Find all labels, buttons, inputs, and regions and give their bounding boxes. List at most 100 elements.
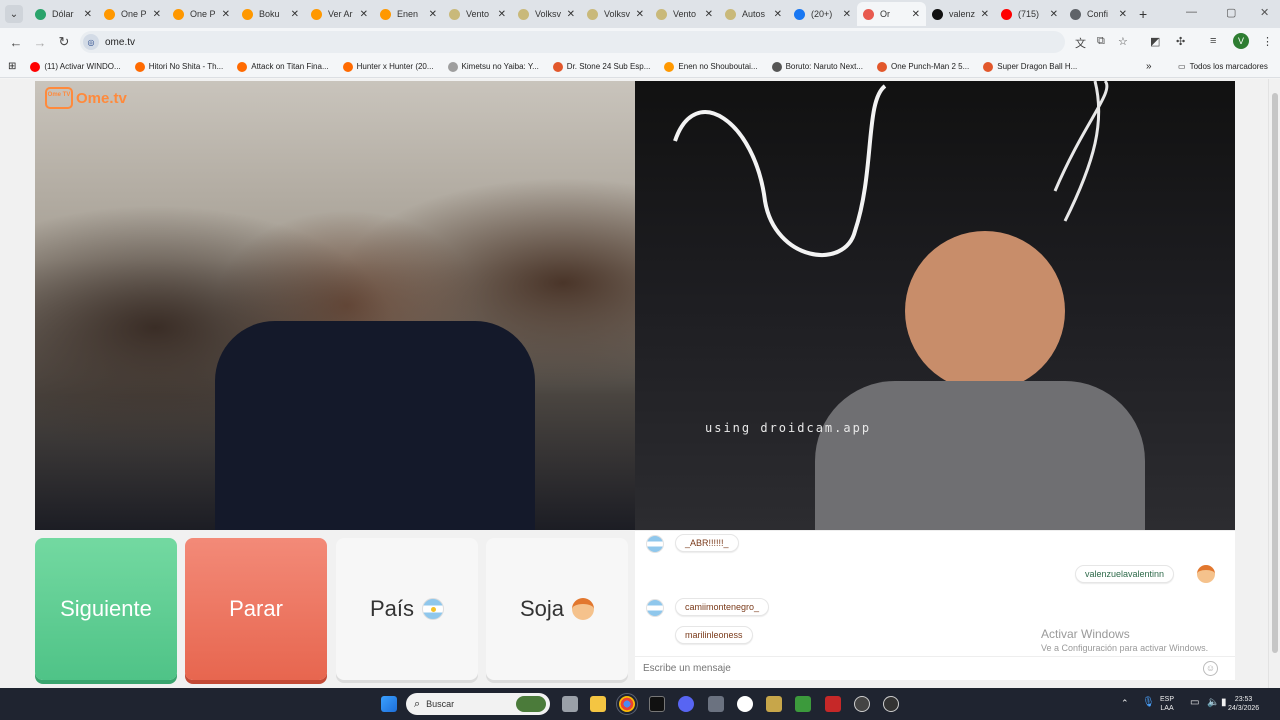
back-button[interactable]: ← (4, 35, 28, 50)
close-tab-icon[interactable]: ✕ (705, 9, 713, 20)
profile-avatar[interactable]: V (1233, 33, 1249, 49)
browser-tab[interactable]: valenz ✕ (926, 2, 995, 26)
app-icon[interactable] (708, 696, 724, 712)
close-tab-icon[interactable]: ✕ (360, 9, 368, 20)
chat-message-input[interactable] (643, 663, 1203, 674)
browser-tab[interactable]: One P ✕ (98, 2, 167, 26)
next-button[interactable]: Siguiente (35, 538, 177, 680)
browser-tab[interactable]: One P ✕ (167, 2, 236, 26)
extension-icon[interactable]: ◩ (1150, 35, 1160, 48)
all-bookmarks-folder[interactable]: ▭ Todos los marcadores (1178, 62, 1268, 71)
browser-tab[interactable]: Volksv ✕ (512, 2, 581, 26)
tab-search-menu-button[interactable]: ⌄ (5, 5, 23, 23)
browser-tab[interactable]: Boku ✕ (236, 2, 305, 26)
more-bookmarks-icon[interactable]: » (1146, 61, 1152, 72)
browser-tab[interactable]: Or ✕ (857, 2, 926, 26)
browser-tab[interactable]: Dólar ✕ (29, 2, 98, 26)
netflix-icon[interactable] (825, 696, 841, 712)
browser-menu-icon[interactable]: ⋮ (1262, 35, 1273, 48)
chrome-icon[interactable] (616, 693, 638, 715)
address-bar[interactable]: ◎ ome.tv (80, 31, 1065, 53)
browser-tab[interactable]: Vento ✕ (650, 2, 719, 26)
browser-tab[interactable]: Volksv ✕ (581, 2, 650, 26)
close-tab-icon[interactable]: ✕ (981, 9, 989, 20)
tab-title: Volksv (604, 9, 631, 19)
file-explorer-icon[interactable] (590, 696, 606, 712)
media-controls-icon[interactable]: ≡ (1210, 35, 1216, 47)
bookmark-item[interactable]: Super Dragon Ball H... (983, 61, 1077, 72)
close-tab-icon[interactable]: ✕ (843, 9, 851, 20)
volume-icon[interactable]: 🔈 (1207, 698, 1219, 708)
tray-overflow-icon[interactable]: ⌃ (1121, 699, 1129, 708)
gender-filter-button[interactable]: Soja (486, 538, 628, 680)
chat-input-row: ☺ (635, 656, 1235, 680)
close-tab-icon[interactable]: ✕ (429, 9, 437, 20)
browser-tab[interactable]: (20+) ✕ (788, 2, 857, 26)
close-tab-icon[interactable]: ✕ (1119, 9, 1127, 20)
close-tab-icon[interactable]: ✕ (222, 9, 230, 20)
new-tab-button[interactable]: + (1139, 6, 1147, 22)
bookmark-item[interactable]: Hitori No Shita - Th... (134, 61, 223, 72)
tab-favicon-icon (449, 8, 460, 20)
ometv-logo[interactable]: Ome TV Ome.tv (45, 87, 127, 109)
close-tab-icon[interactable]: ✕ (912, 9, 920, 20)
close-tab-icon[interactable]: ✕ (84, 9, 92, 20)
forward-button[interactable]: → (28, 35, 52, 50)
search-highlight-icon (516, 696, 546, 712)
browser-tab[interactable]: (715) ✕ (995, 2, 1064, 26)
bookmark-item[interactable]: One Punch-Man 2 5... (876, 61, 969, 72)
steam-like-icon[interactable] (854, 696, 870, 712)
bookmark-item[interactable]: Enen no Shouboutai... (664, 61, 758, 72)
windows-start-icon[interactable] (381, 696, 397, 712)
page-scrollbar[interactable] (1268, 79, 1280, 688)
maximize-icon[interactable]: ▢ (1226, 6, 1236, 19)
scrollbar-thumb[interactable] (1272, 93, 1278, 653)
browser-tab[interactable]: Vento ✕ (443, 2, 512, 26)
site-info-icon[interactable]: ◎ (83, 34, 99, 50)
minecraft-icon[interactable] (795, 696, 811, 712)
browser-tab[interactable]: Ver Ar ✕ (305, 2, 374, 26)
bookmark-item[interactable]: Kimetsu no Yaiba: Y... (447, 61, 539, 72)
tab-title: valenz (949, 9, 976, 19)
location-app-icon[interactable] (883, 696, 899, 712)
country-filter-button[interactable]: País (336, 538, 478, 680)
browser-tab[interactable]: Autos ✕ (719, 2, 788, 26)
close-tab-icon[interactable]: ✕ (636, 9, 644, 20)
browser-tab[interactable]: Confi ✕ (1064, 2, 1133, 26)
extensions-puzzle-icon[interactable]: ✣ (1176, 35, 1185, 48)
network-icon[interactable]: ▭ (1190, 698, 1199, 708)
close-tab-icon[interactable]: ✕ (567, 9, 575, 20)
browser-tab[interactable]: Enen ✕ (374, 2, 443, 26)
apps-grid-icon[interactable]: ⊞ (8, 61, 16, 72)
microphone-icon[interactable]: 🎙 (1142, 698, 1155, 708)
bookmark-item[interactable]: Boruto: Naruto Next... (771, 61, 863, 72)
task-view-icon[interactable] (562, 696, 578, 712)
bookmark-item[interactable]: Dr. Stone 24 Sub Esp... (552, 61, 650, 72)
close-tab-icon[interactable]: ✕ (291, 9, 299, 20)
stop-button[interactable]: Parar (185, 538, 327, 680)
taskbar-search[interactable]: ⌕ Buscar (406, 693, 550, 715)
emoji-smile-icon[interactable]: ☺ (1203, 661, 1218, 676)
close-tab-icon[interactable]: ✕ (498, 9, 506, 20)
clock-date[interactable]: 23:53 24/3/2026 (1228, 695, 1259, 713)
language-indicator[interactable]: ESP LAA (1160, 695, 1174, 713)
close-tab-icon[interactable]: ✕ (1050, 9, 1058, 20)
discord-icon[interactable] (678, 696, 694, 712)
translate-icon[interactable]: 文 (1075, 35, 1086, 51)
bookmark-item[interactable]: Hunter x Hunter (20... (342, 61, 434, 72)
game-launcher-icon[interactable] (766, 696, 782, 712)
uniforms-shape (215, 321, 535, 530)
chat-panel: _ABR!!!!!!_ valenzuelavalentinn camiimon… (635, 530, 1235, 680)
reload-button[interactable]: ↻ (52, 34, 76, 50)
clock-app-icon[interactable] (737, 696, 753, 712)
close-tab-icon[interactable]: ✕ (774, 9, 782, 20)
close-tab-icon[interactable]: ✕ (153, 9, 161, 20)
install-app-icon[interactable]: ⧉ (1097, 35, 1105, 48)
battery-icon[interactable]: ▮ (1221, 698, 1227, 708)
minimize-icon[interactable]: — (1186, 6, 1197, 18)
bookmark-item[interactable]: (11) Activar WINDO... (30, 61, 121, 72)
bookmark-star-icon[interactable]: ☆ (1118, 35, 1128, 48)
epic-games-icon[interactable] (649, 696, 665, 712)
bookmark-item[interactable]: Attack on Titan Fina... (237, 61, 329, 72)
close-window-icon[interactable]: ✕ (1260, 6, 1269, 19)
